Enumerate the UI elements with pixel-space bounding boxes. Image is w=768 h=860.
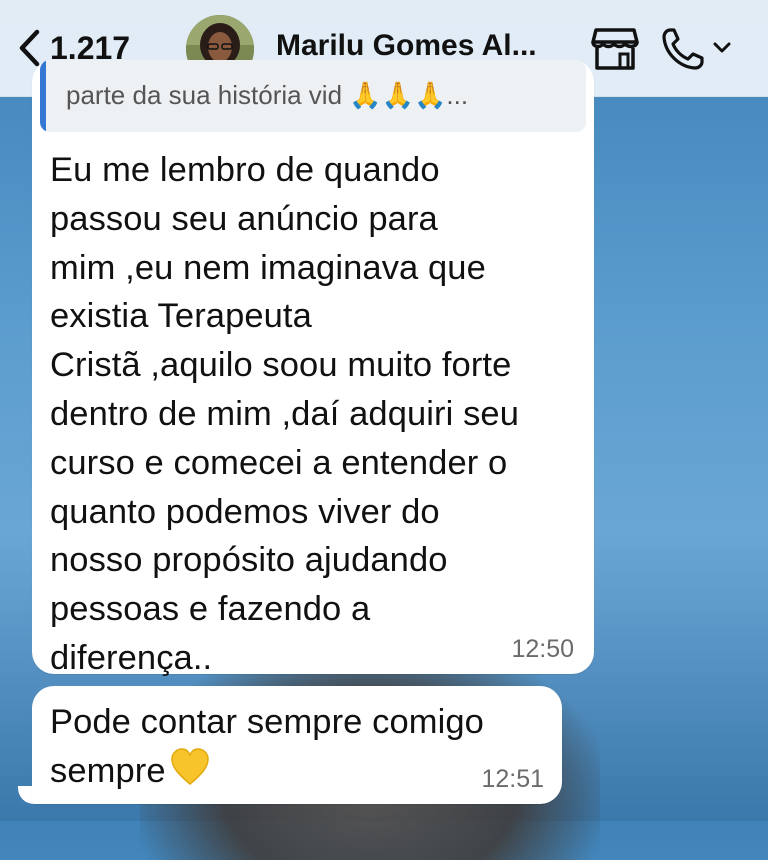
phone-icon[interactable] xyxy=(660,26,706,72)
contact-name[interactable]: Marilu Gomes Al... xyxy=(276,29,537,63)
message-text: Eu me lembro de quando passou seu anúnci… xyxy=(50,151,520,677)
message-text-content: Pode contar sempre comigo sempre xyxy=(50,703,484,790)
quote-accent-bar xyxy=(40,60,46,132)
quoted-reply[interactable]: parte da sua história vid 🙏🙏🙏... xyxy=(40,60,586,132)
message-bubble-incoming[interactable]: Pode contar sempre comigo sempre 12:51 xyxy=(32,686,562,804)
message-bubble-incoming[interactable]: parte da sua história vid 🙏🙏🙏... Eu me l… xyxy=(32,60,594,677)
store-icon[interactable] xyxy=(590,26,640,72)
quoted-text: parte da sua história vid 🙏🙏🙏... xyxy=(66,80,469,110)
message-text: Pode contar sempre comigo sempre xyxy=(50,698,550,800)
yellow-heart-icon xyxy=(170,748,210,800)
chevron-down-icon[interactable] xyxy=(712,38,732,58)
message-time: 12:51 xyxy=(481,765,544,793)
message-time: 12:50 xyxy=(511,635,574,663)
